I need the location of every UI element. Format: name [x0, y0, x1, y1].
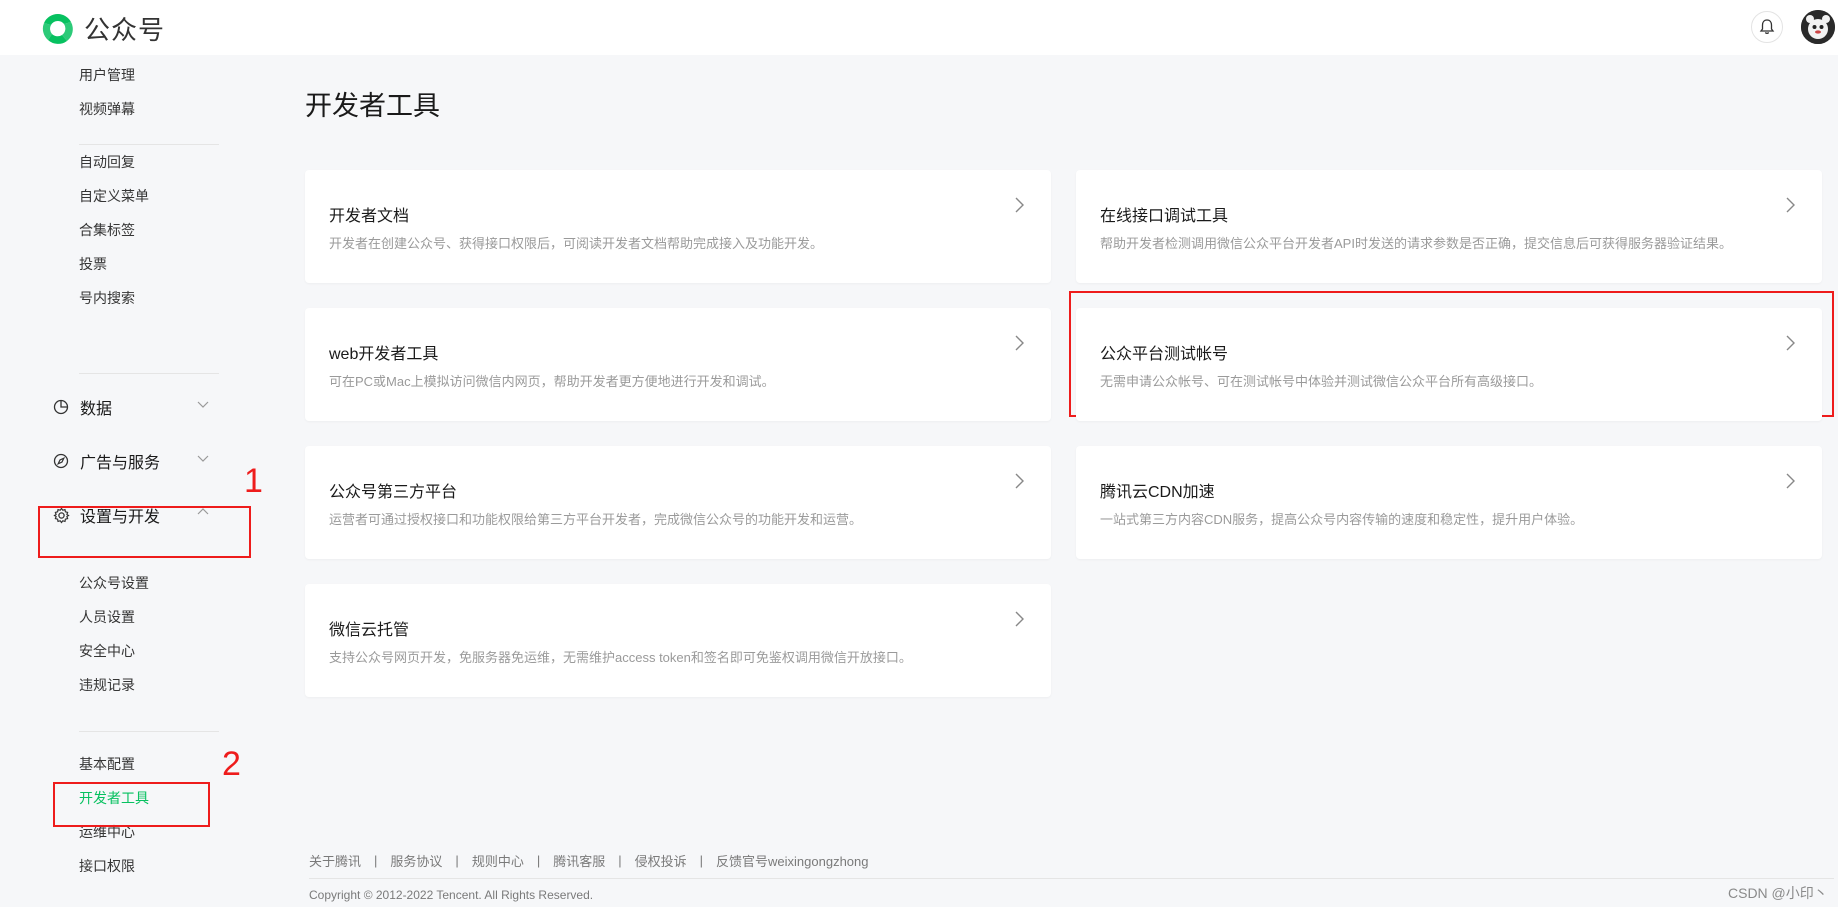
sidebar-item-basic-config[interactable]: 基本配置	[79, 754, 135, 774]
notification-button[interactable]	[1751, 11, 1783, 43]
sidebar-group-label: 广告与服务	[80, 455, 161, 472]
card-developer-docs[interactable]: 开发者文档 开发者在创建公众号、获得接口权限后，可阅读开发者文档帮助完成接入及功…	[305, 170, 1051, 283]
sidebar-divider	[79, 731, 219, 732]
card-description: 运营者可通过授权接口和功能权限给第三方平台开发者，完成微信公众号的功能开发和运营…	[329, 512, 863, 527]
card-wechat-cloud-hosting[interactable]: 微信云托管 支持公众号网页开发，免服务器免运维，无需维护access token…	[305, 584, 1051, 697]
chevron-right-icon	[1015, 335, 1024, 351]
sidebar-divider	[79, 144, 219, 145]
chevron-right-icon	[1015, 197, 1024, 213]
logo[interactable]: 公众号	[40, 10, 165, 47]
sidebar-item-account-settings[interactable]: 公众号设置	[79, 573, 149, 593]
footer-separator: |	[374, 853, 378, 868]
card-description: 支持公众号网页开发，免服务器免运维，无需维护access token和签名即可免…	[329, 650, 912, 665]
avatar-image	[1801, 10, 1835, 44]
sidebar-group-label: 数据	[80, 401, 113, 418]
card-description: 开发者在创建公众号、获得接口权限后，可阅读开发者文档帮助完成接入及功能开发。	[329, 236, 824, 251]
sidebar-item-custom-menu[interactable]: 自定义菜单	[79, 186, 149, 206]
card-third-party-platform[interactable]: 公众号第三方平台 运营者可通过授权接口和功能权限给第三方平台开发者，完成微信公众…	[305, 446, 1051, 559]
footer-separator: |	[455, 853, 459, 868]
chevron-right-icon	[1786, 197, 1795, 213]
sidebar-item-staff-settings[interactable]: 人员设置	[79, 607, 135, 627]
bell-icon	[1759, 19, 1775, 35]
wechat-mp-logo-icon	[42, 13, 73, 44]
footer-link-rules-center[interactable]: 规则中心	[472, 851, 524, 870]
card-title: 在线接口调试工具	[1100, 208, 1229, 225]
sidebar-item-video-danmaku[interactable]: 视频弹幕	[79, 99, 135, 119]
card-title: 公众平台测试帐号	[1100, 346, 1229, 363]
annotation-number-2: 2	[222, 745, 241, 783]
annotation-box-1	[38, 506, 251, 558]
chevron-right-icon	[1015, 611, 1024, 627]
sidebar-divider	[79, 373, 219, 374]
card-description: 可在PC或Mac上模拟访问微信内网页，帮助开发者更方便地进行开发和调试。	[329, 374, 775, 389]
chevron-down-icon	[197, 455, 209, 462]
sidebar-item-violation-records[interactable]: 违规记录	[79, 675, 135, 695]
sidebar-item-security-center[interactable]: 安全中心	[79, 641, 135, 661]
card-description: 一站式第三方内容CDN服务，提高公众号内容传输的速度和稳定性，提升用户体验。	[1100, 512, 1584, 527]
footer-link-about[interactable]: 关于腾讯	[309, 851, 361, 870]
sidebar-item-api-permissions[interactable]: 接口权限	[79, 856, 135, 876]
card-title: web开发者工具	[329, 346, 439, 363]
sidebar-group-data[interactable]: 数据	[52, 395, 212, 419]
card-description: 帮助开发者检测调用微信公众平台开发者API时发送的请求参数是否正确，提交信息后可…	[1100, 236, 1732, 251]
compass-icon	[52, 452, 70, 470]
card-web-devtools[interactable]: web开发者工具 可在PC或Mac上模拟访问微信内网页，帮助开发者更方便地进行开…	[305, 308, 1051, 421]
card-online-api-debug[interactable]: 在线接口调试工具 帮助开发者检测调用微信公众平台开发者API时发送的请求参数是否…	[1076, 170, 1822, 283]
footer-separator: |	[699, 853, 704, 868]
footer-divider	[309, 878, 1834, 879]
footer-separator: |	[536, 853, 541, 868]
sidebar: 用户管理 视频弹幕 自动回复 自定义菜单 合集标签 投票 号内搜索 数据 广告与…	[0, 55, 250, 907]
card-test-account[interactable]: 公众平台测试帐号 无需申请公众帐号、可在测试帐号中体验并测试微信公众平台所有高级…	[1076, 308, 1822, 421]
copyright: Copyright © 2012-2022 Tencent. All Right…	[309, 888, 594, 902]
card-title: 腾讯云CDN加速	[1100, 484, 1215, 501]
sidebar-item-auto-reply[interactable]: 自动回复	[79, 152, 135, 172]
footer-links: 关于腾讯 | 服务协议 | 规则中心 | 腾讯客服 | 侵权投诉 | 反馈官号w…	[309, 851, 869, 870]
card-title: 微信云托管	[329, 622, 410, 639]
avatar[interactable]	[1801, 10, 1835, 44]
footer-link-service-agreement[interactable]: 服务协议	[390, 851, 442, 870]
footer-separator: |	[618, 853, 622, 868]
sidebar-item-collection-tags[interactable]: 合集标签	[79, 220, 135, 240]
card-description: 无需申请公众帐号、可在测试帐号中体验并测试微信公众平台所有高级接口。	[1100, 374, 1543, 389]
chevron-right-icon	[1015, 473, 1024, 489]
sidebar-item-vote[interactable]: 投票	[79, 254, 107, 274]
footer-link-infringement[interactable]: 侵权投诉	[635, 851, 687, 870]
page-title: 开发者工具	[305, 91, 440, 121]
chevron-down-icon	[197, 401, 209, 408]
top-bar: 公众号	[0, 0, 1838, 55]
annotation-number-1: 1	[244, 462, 263, 500]
sidebar-item-user-management[interactable]: 用户管理	[79, 65, 135, 85]
chevron-right-icon	[1786, 335, 1795, 351]
app-title: 公众号	[84, 15, 166, 45]
sidebar-group-ads-services[interactable]: 广告与服务	[52, 449, 212, 473]
pie-chart-icon	[52, 398, 70, 416]
annotation-box-2	[53, 782, 210, 827]
card-tencent-cdn[interactable]: 腾讯云CDN加速 一站式第三方内容CDN服务，提高公众号内容传输的速度和稳定性，…	[1076, 446, 1822, 559]
sidebar-item-in-account-search[interactable]: 号内搜索	[79, 288, 135, 308]
card-title: 开发者文档	[329, 208, 410, 225]
footer-link-feedback-account[interactable]: 反馈官号weixingongzhong	[716, 851, 868, 870]
footer-link-customer-service[interactable]: 腾讯客服	[553, 851, 605, 870]
chevron-right-icon	[1786, 473, 1795, 489]
card-title: 公众号第三方平台	[329, 484, 458, 501]
watermark: CSDN @小印丶	[1728, 885, 1828, 901]
